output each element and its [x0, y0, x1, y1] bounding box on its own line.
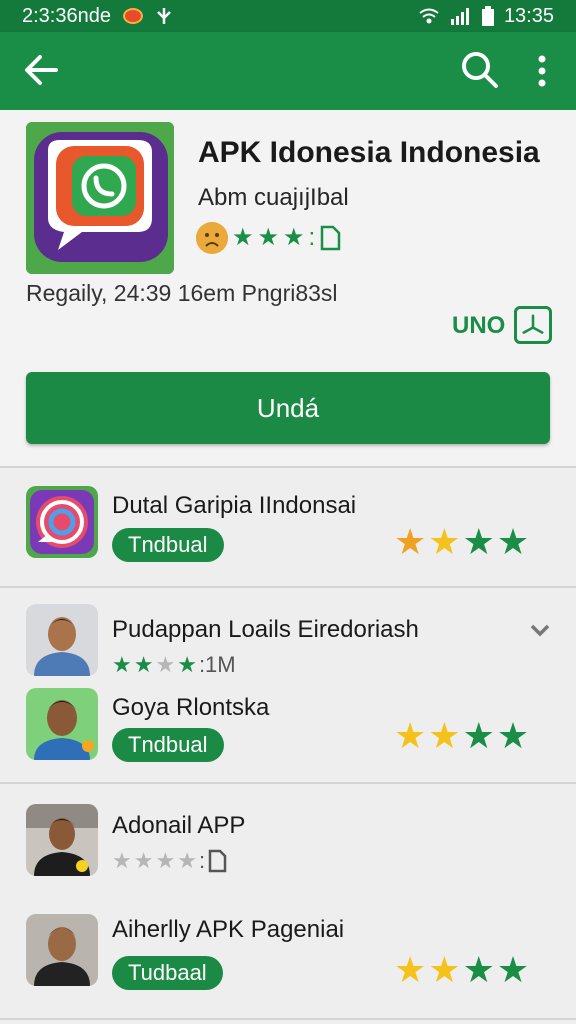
item-rating: ★ ★ ★ ★ : — [112, 848, 227, 874]
star-icon: ★ — [394, 521, 427, 562]
install-pill[interactable]: Tndbual — [112, 728, 224, 762]
chevron-down-icon[interactable] — [528, 618, 552, 642]
star-icon: ★ — [428, 715, 461, 756]
status-time: 2:3:36nde — [22, 4, 111, 27]
item-title: Aiherlly APK Pageniai — [112, 916, 345, 943]
rating-suffix: : — [198, 848, 206, 873]
star-icon: ★ — [496, 715, 530, 756]
star-icon: ★ — [283, 224, 305, 251]
install-pill[interactable]: Tudbaal — [112, 956, 223, 990]
status-bar: 2:3:36nde 13:35 — [0, 0, 576, 32]
divider — [0, 1018, 576, 1020]
star-icon: ★ — [496, 949, 530, 990]
list-item[interactable]: Dutal Garipia IIndonsai Tndbual ★ ★ ★ ★ — [0, 468, 576, 586]
star-icon: ★ — [112, 848, 132, 873]
star-icon: ★ — [394, 715, 427, 756]
item-title: Pudappan Loails Eiredoriash — [112, 616, 419, 643]
avatar — [26, 914, 98, 986]
list-item[interactable]: Pudappan Loails Eiredoriash ★ ★ ★ ★ :1M — [0, 588, 576, 680]
share-icon[interactable] — [514, 306, 552, 344]
star-icon: ★ — [462, 521, 495, 562]
battery-icon — [481, 6, 494, 26]
avatar — [26, 604, 98, 676]
star-icon: ★ — [133, 652, 154, 677]
star-icon: ★ — [394, 949, 427, 990]
star-icon: ★ — [428, 521, 461, 562]
list-item[interactable]: Goya Rlontska Tndbual ★ ★ ★ ★ — [0, 680, 576, 782]
star-icon: ★ — [177, 848, 197, 873]
app-rating: ★ ★ ★ : — [196, 222, 341, 254]
wifi-icon — [419, 8, 439, 24]
star-icon: ★ — [232, 224, 254, 251]
document-icon — [208, 849, 227, 873]
app-meta: Regaily, 24:39 16em Pngri83sl — [26, 280, 338, 306]
document-icon — [320, 225, 341, 251]
avatar — [26, 688, 98, 760]
star-icon: ★ — [462, 715, 495, 756]
item-rating: ★ ★ ★ ★ — [394, 718, 529, 754]
item-title: Goya Rlontska — [112, 694, 270, 721]
item-rating: ★ ★ ★ ★ :1M — [112, 652, 236, 678]
item-count: :1M — [198, 652, 236, 677]
star-icon: ★ — [112, 652, 132, 677]
app-thumbnail — [26, 486, 98, 558]
search-icon[interactable] — [458, 48, 500, 90]
uno-label[interactable]: UNO — [452, 312, 505, 340]
back-arrow-icon[interactable] — [22, 50, 62, 90]
list-item[interactable]: Adonail APP ★ ★ ★ ★ : — [0, 784, 576, 894]
item-rating: ★ ★ ★ ★ — [394, 952, 529, 988]
star-icon: ★ — [155, 848, 176, 873]
star-icon: ★ — [428, 949, 461, 990]
item-title: Adonail APP — [112, 812, 246, 839]
app-title: APK Idonesia Indonesia — [198, 136, 540, 169]
app-logo-icon — [26, 122, 174, 274]
signal-arrows-icon — [157, 8, 171, 24]
item-rating: ★ ★ ★ ★ — [394, 524, 529, 560]
star-icon: ★ — [257, 224, 280, 251]
install-button[interactable]: Undá — [26, 372, 550, 444]
list-item[interactable]: Aiherlly APK Pageniai Tudbaal ★ ★ ★ ★ — [0, 894, 576, 1014]
install-pill[interactable]: Tndbual — [112, 528, 224, 562]
rating-suffix: : — [308, 224, 316, 251]
star-icon: ★ — [177, 652, 197, 677]
notification-app-icon — [122, 8, 143, 24]
star-icon: ★ — [133, 848, 154, 873]
star-icon: ★ — [496, 521, 530, 562]
star-icon: ★ — [155, 652, 176, 677]
app-detail-header: APK Idonesia Indonesia Abm cuajıjIbal ★ … — [0, 110, 576, 466]
status-clock: 13:35 — [503, 4, 554, 27]
cell-signal-icon — [450, 8, 469, 25]
avatar — [26, 804, 98, 876]
sad-face-icon — [196, 222, 228, 254]
app-bar — [0, 32, 576, 110]
star-icon: ★ — [462, 949, 495, 990]
more-vert-icon[interactable] — [528, 52, 556, 90]
item-title: Dutal Garipia IIndonsai — [112, 492, 357, 519]
app-developer: Abm cuajıjIbal — [198, 184, 349, 211]
